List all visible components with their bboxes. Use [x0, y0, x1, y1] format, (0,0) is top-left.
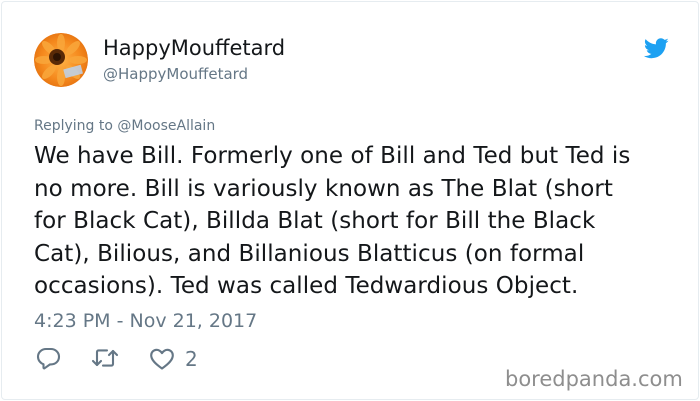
like-count: 2 [185, 347, 198, 371]
watermark: boredpanda.com [505, 367, 683, 391]
tweet-text-line: We have Bill. Formerly one of Bill and T… [34, 143, 631, 169]
tweet-text-line: occasions). Ted was called Tedwardious O… [34, 273, 579, 299]
avatar[interactable] [34, 33, 88, 87]
user-handle[interactable]: @HappyMouffetard [103, 64, 248, 84]
orange-flower-avatar-icon [34, 33, 88, 87]
tweet-text-line: Cat), Bilious, and Billanious Blatticus … [34, 240, 585, 267]
display-name[interactable]: HappyMouffetard [103, 35, 285, 61]
timestamp[interactable]: 4:23 PM - Nov 21, 2017 [34, 308, 257, 334]
reply-button[interactable] [36, 346, 61, 370]
like-button[interactable]: 2 [149, 346, 198, 372]
heart-icon [150, 348, 174, 370]
tweet-card: HappyMouffetard @HappyMouffetard Replyin… [1, 1, 699, 400]
reply-icon [36, 347, 61, 370]
retweet-button[interactable] [91, 346, 119, 370]
replying-to[interactable]: Replying to @MooseAllain [34, 116, 215, 136]
tweet-text-line: no more. Bill is variously known as The … [34, 175, 613, 202]
twitter-bird-icon[interactable] [643, 38, 669, 59]
tweet-text: We have Bill. Formerly one of Bill and T… [34, 140, 674, 303]
retweet-icon [91, 349, 119, 367]
tweet-text-line: for Black Cat), Billda Blat (short for B… [34, 208, 596, 234]
